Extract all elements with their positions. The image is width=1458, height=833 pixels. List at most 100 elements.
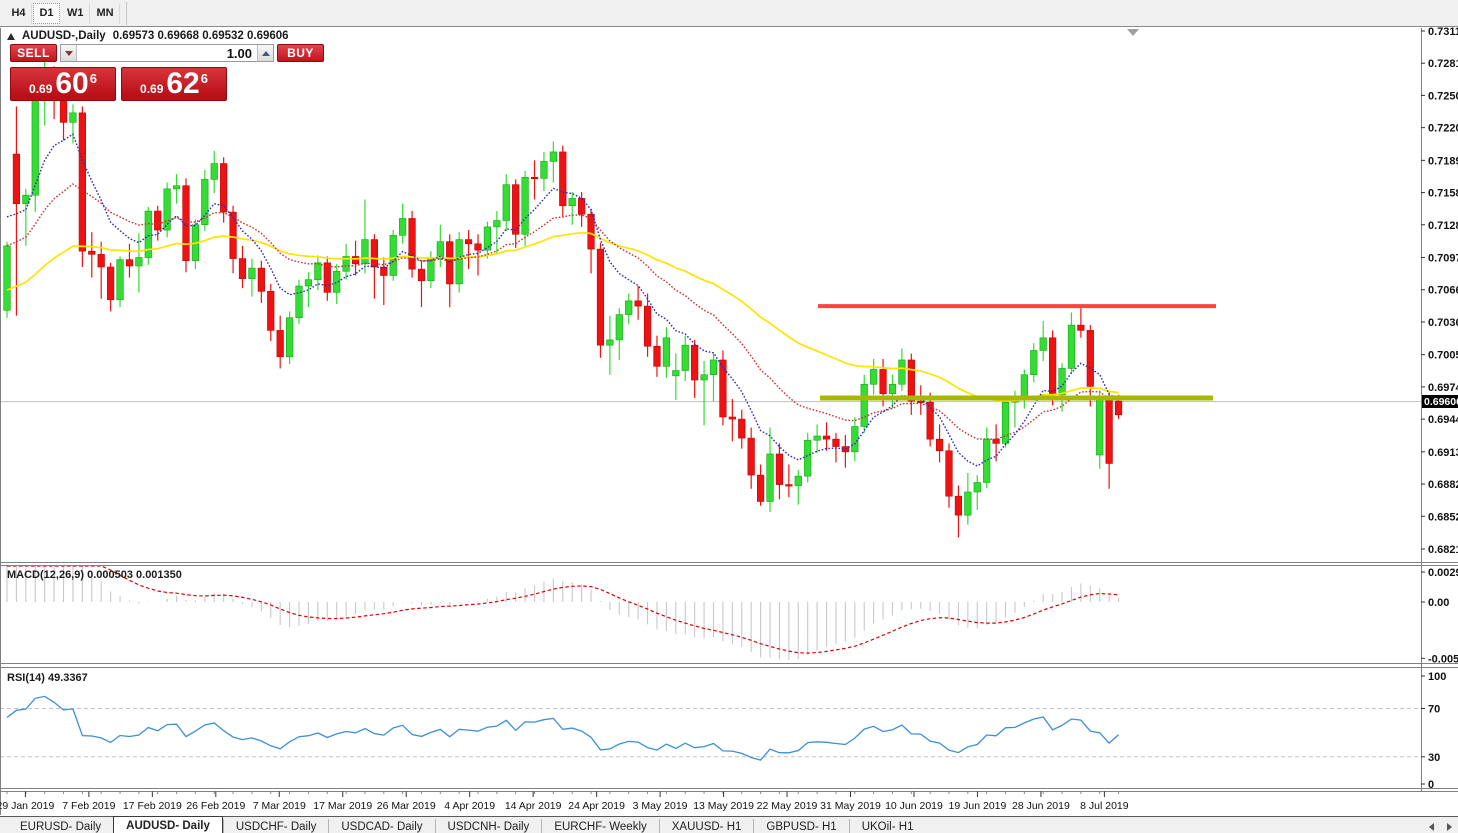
candle-body — [719, 359, 727, 418]
price-axis-label: 0.71280 — [1428, 220, 1458, 232]
candle-body — [728, 416, 736, 420]
candle-body — [568, 198, 576, 207]
candle-body — [643, 305, 652, 347]
chart-tab-ukoil[interactable]: UKOil- H1 — [848, 819, 926, 833]
candle-body — [323, 262, 331, 293]
volume-stepper — [60, 44, 274, 62]
date-axis-label: 29 Jan 2019 — [0, 800, 54, 812]
candle-body — [587, 213, 595, 250]
date-axis-label: 19 Jun 2019 — [949, 800, 1007, 812]
candle-body — [3, 245, 11, 311]
sell-price-pip: 6 — [89, 70, 97, 86]
candle-body — [935, 438, 944, 452]
chart-tab-usdcnh[interactable]: USDCNH- Daily — [434, 819, 542, 833]
volume-decrease-button[interactable] — [61, 45, 77, 61]
candle-body — [361, 239, 369, 265]
date-axis-label: 10 Jun 2019 — [885, 800, 943, 812]
chart-canvas[interactable]: 0.73115 0.72810 0.72505 0.72200 0.71890 0.715… — [0, 0, 1458, 833]
candle-body — [578, 198, 586, 215]
buy-price-button[interactable]: 0.69 62 6 — [121, 67, 227, 101]
price-axis-label: 0.70665 — [1428, 285, 1458, 297]
chart-tab-usdcad[interactable]: USDCAD- Daily — [328, 819, 434, 833]
candle-body — [512, 184, 520, 235]
candle-body — [1039, 337, 1047, 351]
candle-body — [964, 491, 972, 516]
candle-body — [238, 258, 247, 279]
candle-body — [832, 438, 840, 447]
candle-body — [625, 300, 633, 315]
date-axis-label: 14 Apr 2019 — [505, 800, 562, 812]
candle-body — [135, 257, 143, 267]
chart-tab-eurchf[interactable]: EURCHF- Weekly — [541, 819, 658, 833]
candle-body — [813, 435, 821, 441]
candle-body — [1105, 395, 1113, 464]
chart-tab-eurusd[interactable]: EURUSD- Daily — [8, 819, 113, 833]
candle-body — [172, 185, 181, 190]
rsi-axis-label: 0 — [1428, 779, 1434, 791]
rsi-axis-label: 100 — [1428, 671, 1446, 683]
candle-body — [530, 176, 539, 180]
candle-body — [540, 161, 548, 179]
candle-body — [662, 337, 670, 367]
candle-body — [464, 239, 473, 245]
candle-body — [267, 291, 275, 331]
ma-slow-line — [6, 231, 1119, 402]
date-axis-label: 22 May 2019 — [757, 800, 818, 812]
chart-shift-marker-icon[interactable] — [1127, 29, 1139, 36]
candle-body — [870, 369, 878, 385]
candle-body — [615, 314, 623, 341]
candle-body — [12, 153, 21, 204]
chart-tab-usdchf[interactable]: USDCHF- Daily — [222, 819, 329, 833]
candle-body — [351, 256, 360, 265]
volume-input[interactable] — [77, 45, 257, 61]
collapse-trade-panel-icon[interactable] — [7, 32, 15, 40]
candle-body — [116, 259, 124, 301]
candle-body — [747, 437, 755, 476]
candle-body — [493, 220, 501, 228]
candle-body — [1067, 324, 1076, 369]
buy-button[interactable]: BUY — [277, 44, 324, 62]
sell-button[interactable]: SELL — [10, 44, 57, 62]
one-click-trade-panel: SELL BUY 0.69 60 6 0.69 62 6 — [10, 44, 324, 101]
arrow-down-icon — [64, 50, 73, 56]
candle-body — [285, 317, 294, 358]
candle-body — [672, 370, 680, 377]
date-axis-label: 17 Mar 2019 — [313, 800, 372, 812]
chart-tab-gbpusd[interactable]: GBPUSD- H1 — [753, 819, 848, 833]
chart-symbol-label: AUDUSD-,Daily — [22, 30, 106, 42]
macd-label: MACD(12,26,9) 0.000503 0.001350 — [7, 569, 182, 581]
tab-scroll-right-button[interactable] — [1444, 822, 1454, 831]
macd-axis-label: 0.002984 — [1428, 567, 1458, 579]
current-price-tag: 0.69606 — [1422, 395, 1458, 409]
candle-body — [888, 383, 897, 395]
candle-body — [97, 254, 105, 268]
chart-tab-xauusd[interactable]: XAUUSD- H1 — [658, 819, 754, 833]
rsi-line — [6, 695, 1120, 761]
chart-tab-audusd[interactable]: AUDUSD- Daily — [113, 816, 223, 833]
candle-body — [483, 226, 492, 251]
volume-increase-button[interactable] — [257, 45, 273, 61]
candle-body — [709, 359, 718, 376]
buy-price-pip: 6 — [200, 70, 208, 86]
candle-body — [756, 474, 765, 502]
sell-price-button[interactable]: 0.69 60 6 — [10, 67, 116, 101]
candle-body — [691, 344, 699, 381]
date-axis-label: 8 Jul 2019 — [1080, 800, 1129, 812]
price-axis-label: 0.69440 — [1428, 414, 1458, 426]
candle-body — [182, 185, 190, 261]
date-axis-label: 24 Apr 2019 — [568, 800, 625, 812]
date-axis-label: 26 Feb 2019 — [186, 800, 245, 812]
candle-body — [653, 345, 661, 367]
symbol-tab-bar: EURUSD- Daily AUDUSD- Daily USDCHF- Daily U… — [0, 816, 1458, 833]
candle-body — [917, 400, 925, 403]
arrow-right-icon — [1446, 822, 1452, 831]
buy-price-digits: 62 — [166, 67, 200, 100]
chart-title: AUDUSD-,Daily 0.69573 0.69668 0.69532 0.… — [7, 30, 289, 42]
price-axis-label: 0.68520 — [1428, 511, 1458, 523]
candle-body — [154, 210, 162, 231]
price-axis-label: 0.71585 — [1428, 188, 1458, 200]
date-axis-label: 3 May 2019 — [633, 800, 688, 812]
tab-scroll-left-button[interactable] — [1426, 822, 1436, 831]
candle-body — [521, 176, 529, 235]
rsi-axis-label: 70 — [1428, 704, 1440, 716]
